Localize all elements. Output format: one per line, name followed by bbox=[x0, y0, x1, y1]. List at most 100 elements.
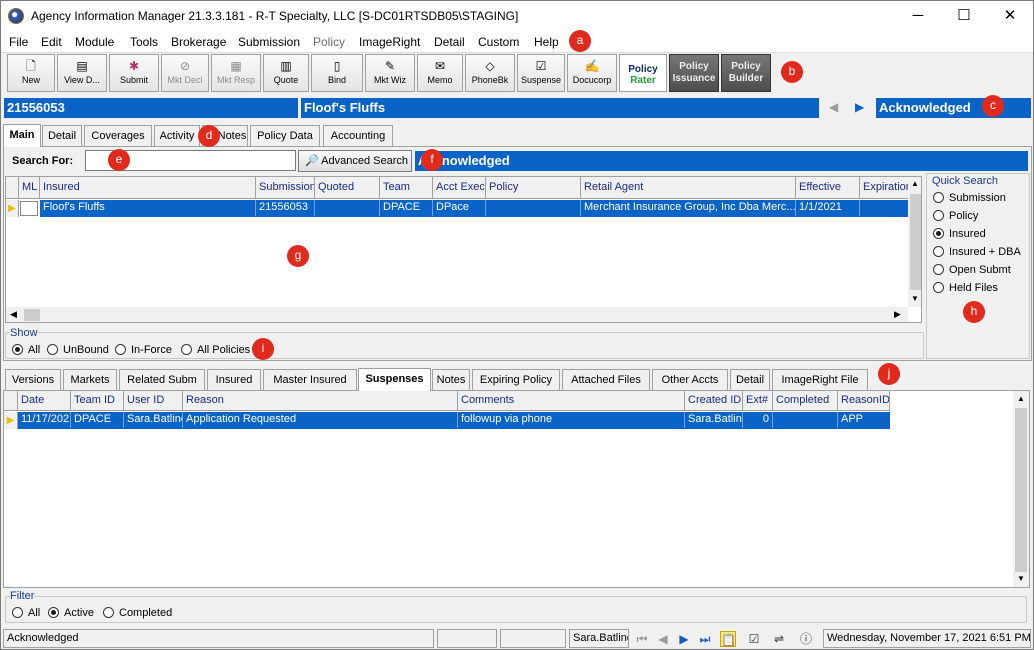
quote-button[interactable]: ▥ Quote bbox=[263, 54, 309, 92]
scroll-up-icon[interactable]: ▲ bbox=[1017, 394, 1025, 403]
vertical-scrollbar[interactable]: ▲ ▼ bbox=[908, 177, 921, 307]
policy-issuance-button[interactable]: Policy Issuance bbox=[669, 54, 719, 92]
submit-button[interactable]: ✱ Submit bbox=[109, 54, 159, 92]
column-header[interactable]: Policy bbox=[486, 177, 581, 199]
menu-edit[interactable]: Edit bbox=[41, 35, 62, 49]
show-unbound-radio[interactable]: UnBound bbox=[47, 344, 109, 356]
column-header[interactable]: Comments bbox=[458, 391, 685, 411]
first-record-icon[interactable]: ⏮ bbox=[634, 631, 650, 647]
tab-expiring-policy[interactable]: Expiring Policy bbox=[472, 369, 560, 390]
scroll-up-icon[interactable]: ▲ bbox=[911, 179, 919, 188]
checklist-icon[interactable]: ☑ bbox=[746, 631, 762, 647]
tab-suspenses[interactable]: Suspenses bbox=[358, 368, 431, 391]
prev-record-icon[interactable]: ◀ bbox=[655, 631, 671, 647]
menu-module[interactable]: Module bbox=[75, 35, 114, 49]
filter-active-radio[interactable]: Active bbox=[48, 607, 94, 619]
maximize-button[interactable]: ☐ bbox=[941, 1, 987, 31]
mkt-decl-button[interactable]: ⊘ Mkt Decl bbox=[161, 54, 209, 92]
column-header[interactable]: Team bbox=[380, 177, 433, 199]
radio-insured[interactable]: Insured bbox=[933, 228, 986, 240]
show-all-policies-radio[interactable]: All Policies bbox=[181, 344, 250, 356]
column-header[interactable]: Retail Agent bbox=[581, 177, 796, 199]
scroll-thumb[interactable] bbox=[910, 194, 921, 290]
menu-file[interactable]: File bbox=[9, 35, 28, 49]
docucorp-button[interactable]: ✍ Docucorp bbox=[567, 54, 617, 92]
tab-detail-sub[interactable]: Detail bbox=[730, 369, 770, 390]
suspense-button[interactable]: ☑ Suspense bbox=[517, 54, 565, 92]
scroll-down-icon[interactable]: ▼ bbox=[911, 294, 919, 303]
column-header[interactable]: Effective bbox=[796, 177, 860, 199]
minimize-button[interactable]: ─ bbox=[895, 1, 941, 31]
info-icon[interactable]: ⓘ bbox=[798, 631, 814, 647]
radio-insured-dba[interactable]: Insured + DBA bbox=[933, 246, 1021, 258]
clipboard-icon[interactable]: 📋 bbox=[720, 631, 736, 647]
column-header[interactable]: ML bbox=[19, 177, 40, 199]
menu-policy[interactable]: Policy bbox=[313, 35, 345, 49]
menu-help[interactable]: Help bbox=[534, 35, 559, 49]
menu-custom[interactable]: Custom bbox=[478, 35, 519, 49]
column-header[interactable]: Quoted bbox=[315, 177, 380, 199]
new-button[interactable]: 🗋 New bbox=[7, 54, 55, 92]
radio-held-files[interactable]: Held Files bbox=[933, 282, 998, 294]
ml-cell[interactable] bbox=[20, 201, 38, 216]
column-header[interactable]: Ext# bbox=[743, 391, 773, 411]
menu-brokerage[interactable]: Brokerage bbox=[171, 35, 226, 49]
handshake-icon[interactable]: ⇌ bbox=[771, 631, 787, 647]
vertical-scrollbar[interactable]: ▲ ▼ bbox=[1013, 391, 1029, 587]
scroll-right-icon[interactable]: ▶ bbox=[894, 309, 901, 320]
filter-completed-radio[interactable]: Completed bbox=[103, 607, 172, 619]
memo-button[interactable]: ✉ Memo bbox=[417, 54, 463, 92]
filter-all-radio[interactable]: All bbox=[12, 607, 40, 619]
tab-imageright-file[interactable]: ImageRight File bbox=[772, 369, 868, 390]
column-header[interactable]: Created ID bbox=[685, 391, 743, 411]
tab-related-subm[interactable]: Related Subm bbox=[119, 369, 205, 390]
column-header[interactable]: Expiration bbox=[860, 177, 910, 199]
show-all-radio[interactable]: All bbox=[12, 344, 40, 356]
policy-builder-button[interactable]: Policy Builder bbox=[721, 54, 771, 92]
radio-open-submt[interactable]: Open Submt bbox=[933, 264, 1011, 276]
horizontal-scrollbar[interactable]: ◀ ▶ bbox=[6, 307, 908, 322]
tab-coverages[interactable]: Coverages bbox=[84, 125, 152, 146]
last-record-icon[interactable]: ⏭ bbox=[697, 631, 713, 647]
scroll-thumb[interactable] bbox=[1015, 408, 1027, 572]
mkt-resp-button[interactable]: ▦ Mkt Resp bbox=[211, 54, 261, 92]
menu-submission[interactable]: Submission bbox=[238, 35, 300, 49]
view-button[interactable]: ▤ View D... bbox=[57, 54, 107, 92]
tab-attached-files[interactable]: Attached Files bbox=[562, 369, 650, 390]
next-record-icon[interactable]: ▶ bbox=[676, 631, 692, 647]
radio-policy[interactable]: Policy bbox=[933, 210, 978, 222]
phonebook-button[interactable]: ◇ PhoneBk bbox=[465, 54, 515, 92]
tab-detail[interactable]: Detail bbox=[42, 125, 82, 146]
mkt-wiz-button[interactable]: ✎ Mkt Wiz bbox=[365, 54, 415, 92]
column-header[interactable]: Completed bbox=[773, 391, 838, 411]
tab-policy-data[interactable]: Policy Data bbox=[250, 125, 320, 146]
tab-other-accts[interactable]: Other Accts bbox=[652, 369, 728, 390]
menu-imageright[interactable]: ImageRight bbox=[359, 35, 420, 49]
scroll-down-icon[interactable]: ▼ bbox=[1017, 574, 1025, 583]
tab-versions[interactable]: Versions bbox=[5, 369, 61, 390]
tab-notes-detail[interactable]: Notes bbox=[432, 369, 470, 390]
policy-rater-button[interactable]: Policy Rater bbox=[619, 54, 667, 92]
column-header[interactable]: Acct Exec bbox=[433, 177, 486, 199]
column-header[interactable]: ReasonID bbox=[838, 391, 890, 411]
scroll-left-icon[interactable]: ◀ bbox=[10, 309, 17, 320]
column-header[interactable]: Insured bbox=[40, 177, 256, 199]
tab-master-insured[interactable]: Master Insured bbox=[263, 369, 357, 390]
show-in-force-radio[interactable]: In-Force bbox=[115, 344, 172, 356]
nav-prev-icon[interactable]: ◀ bbox=[829, 100, 838, 114]
column-header[interactable]: User ID bbox=[124, 391, 183, 411]
tab-markets[interactable]: Markets bbox=[63, 369, 117, 390]
advanced-search-button[interactable]: 🔎 Advanced Search bbox=[298, 150, 412, 172]
close-button[interactable]: ✕ bbox=[987, 1, 1033, 31]
tab-accounting[interactable]: Accounting bbox=[323, 125, 393, 146]
nav-next-icon[interactable]: ▶ bbox=[855, 100, 864, 114]
column-header[interactable]: Team ID bbox=[71, 391, 124, 411]
hscroll-thumb[interactable] bbox=[24, 309, 40, 321]
column-header[interactable]: Date bbox=[18, 391, 71, 411]
tab-main[interactable]: Main bbox=[3, 124, 41, 147]
menu-detail[interactable]: Detail bbox=[434, 35, 465, 49]
column-header[interactable]: Submission bbox=[256, 177, 315, 199]
column-header[interactable]: Reason bbox=[183, 391, 458, 411]
tab-insured[interactable]: Insured bbox=[207, 369, 261, 390]
bind-button[interactable]: ▯ Bind bbox=[311, 54, 363, 92]
